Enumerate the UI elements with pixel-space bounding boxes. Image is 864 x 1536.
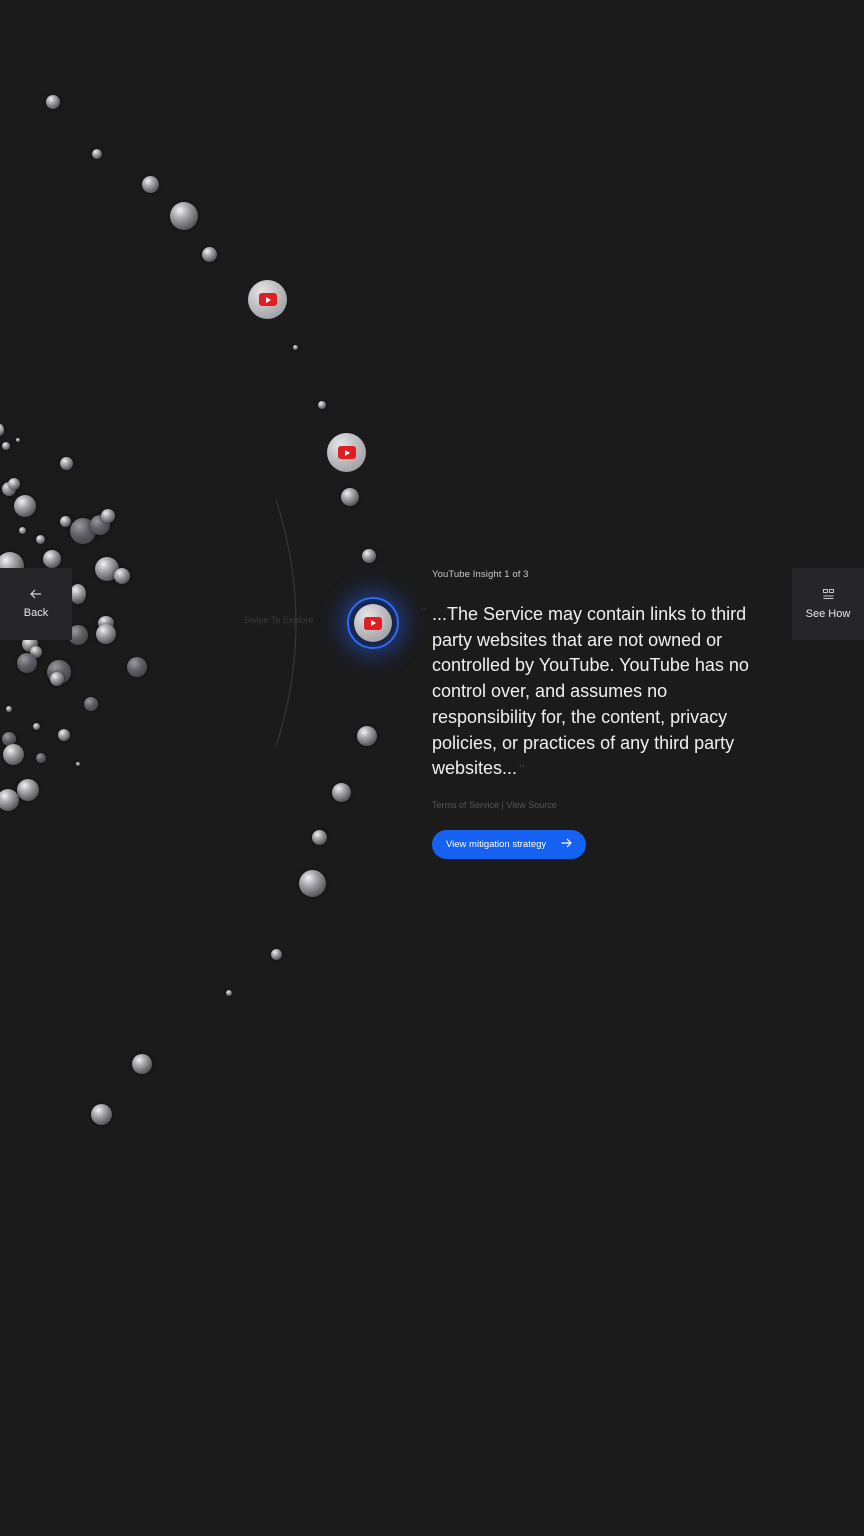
orb: [33, 723, 40, 730]
orb: [101, 509, 115, 523]
orb: [14, 495, 36, 517]
orb: [17, 653, 37, 673]
source-links: Terms of Service | View Source: [432, 800, 557, 810]
orb: [271, 949, 282, 960]
orb: [50, 672, 64, 686]
orb: [114, 568, 130, 584]
orb: [170, 202, 198, 230]
orb: [17, 779, 39, 801]
orb: [362, 549, 376, 563]
orb: [332, 783, 351, 802]
back-button-label: Back: [23, 607, 49, 619]
youtube-insight-bubble[interactable]: [327, 433, 366, 472]
link-separator: |: [501, 800, 504, 810]
orb: [318, 401, 326, 409]
view-source-link[interactable]: View Source: [506, 800, 556, 810]
orb: [127, 657, 147, 677]
see-how-button-label: See How: [805, 607, 851, 620]
orb: [3, 744, 24, 765]
arrow-right-icon: [561, 836, 572, 852]
orb: [76, 762, 80, 766]
youtube-icon: [364, 616, 382, 630]
orb: [0, 789, 19, 811]
orb: [202, 247, 217, 262]
orb: [16, 438, 20, 442]
orb: [36, 753, 46, 763]
orb: [312, 830, 327, 845]
orb: [0, 424, 4, 436]
grid-icon: [822, 588, 834, 602]
orb: [341, 488, 359, 506]
orb: [36, 535, 45, 544]
orb: [58, 729, 70, 741]
orb: [92, 149, 102, 159]
terms-of-service-link[interactable]: Terms of Service: [432, 800, 499, 810]
back-button[interactable]: Back: [0, 568, 72, 640]
orb: [132, 1054, 152, 1074]
quote-open-mark: “: [421, 604, 427, 618]
insight-quote: ...The Service may contain links to thir…: [432, 602, 762, 782]
orb: [6, 706, 12, 712]
orb: [299, 870, 326, 897]
youtube-insight-bubble-active[interactable]: [354, 604, 392, 642]
orb: [96, 624, 116, 644]
orb: [357, 726, 377, 746]
orb: [91, 1104, 112, 1125]
youtube-insight-bubble[interactable]: [248, 280, 287, 319]
orb: [84, 697, 98, 711]
orb: [19, 527, 26, 534]
orb: [226, 990, 232, 996]
orb: [8, 478, 20, 490]
orb: [70, 584, 86, 604]
insight-stage: Swipe To Explore Back See How YouTube In…: [0, 0, 864, 1536]
orb: [2, 442, 10, 450]
view-mitigation-strategy-button[interactable]: View mitigation strategy: [432, 830, 586, 859]
orb: [46, 95, 60, 109]
orb: [43, 550, 61, 568]
youtube-icon: [258, 293, 277, 306]
orb: [60, 516, 71, 527]
insight-counter: YouTube Insight 1 of 3: [432, 569, 529, 580]
quote-close-mark: ”: [519, 761, 525, 776]
swipe-hint: Swipe To Explore: [244, 615, 314, 625]
see-how-button[interactable]: See How: [792, 568, 864, 640]
youtube-icon: [337, 446, 356, 459]
insight-quote-text: ...The Service may contain links to thir…: [432, 604, 749, 779]
mitigation-button-label: View mitigation strategy: [446, 839, 547, 850]
arrow-left-icon: [30, 589, 42, 601]
orb: [60, 457, 73, 470]
orb: [293, 345, 298, 350]
orb: [142, 176, 159, 193]
